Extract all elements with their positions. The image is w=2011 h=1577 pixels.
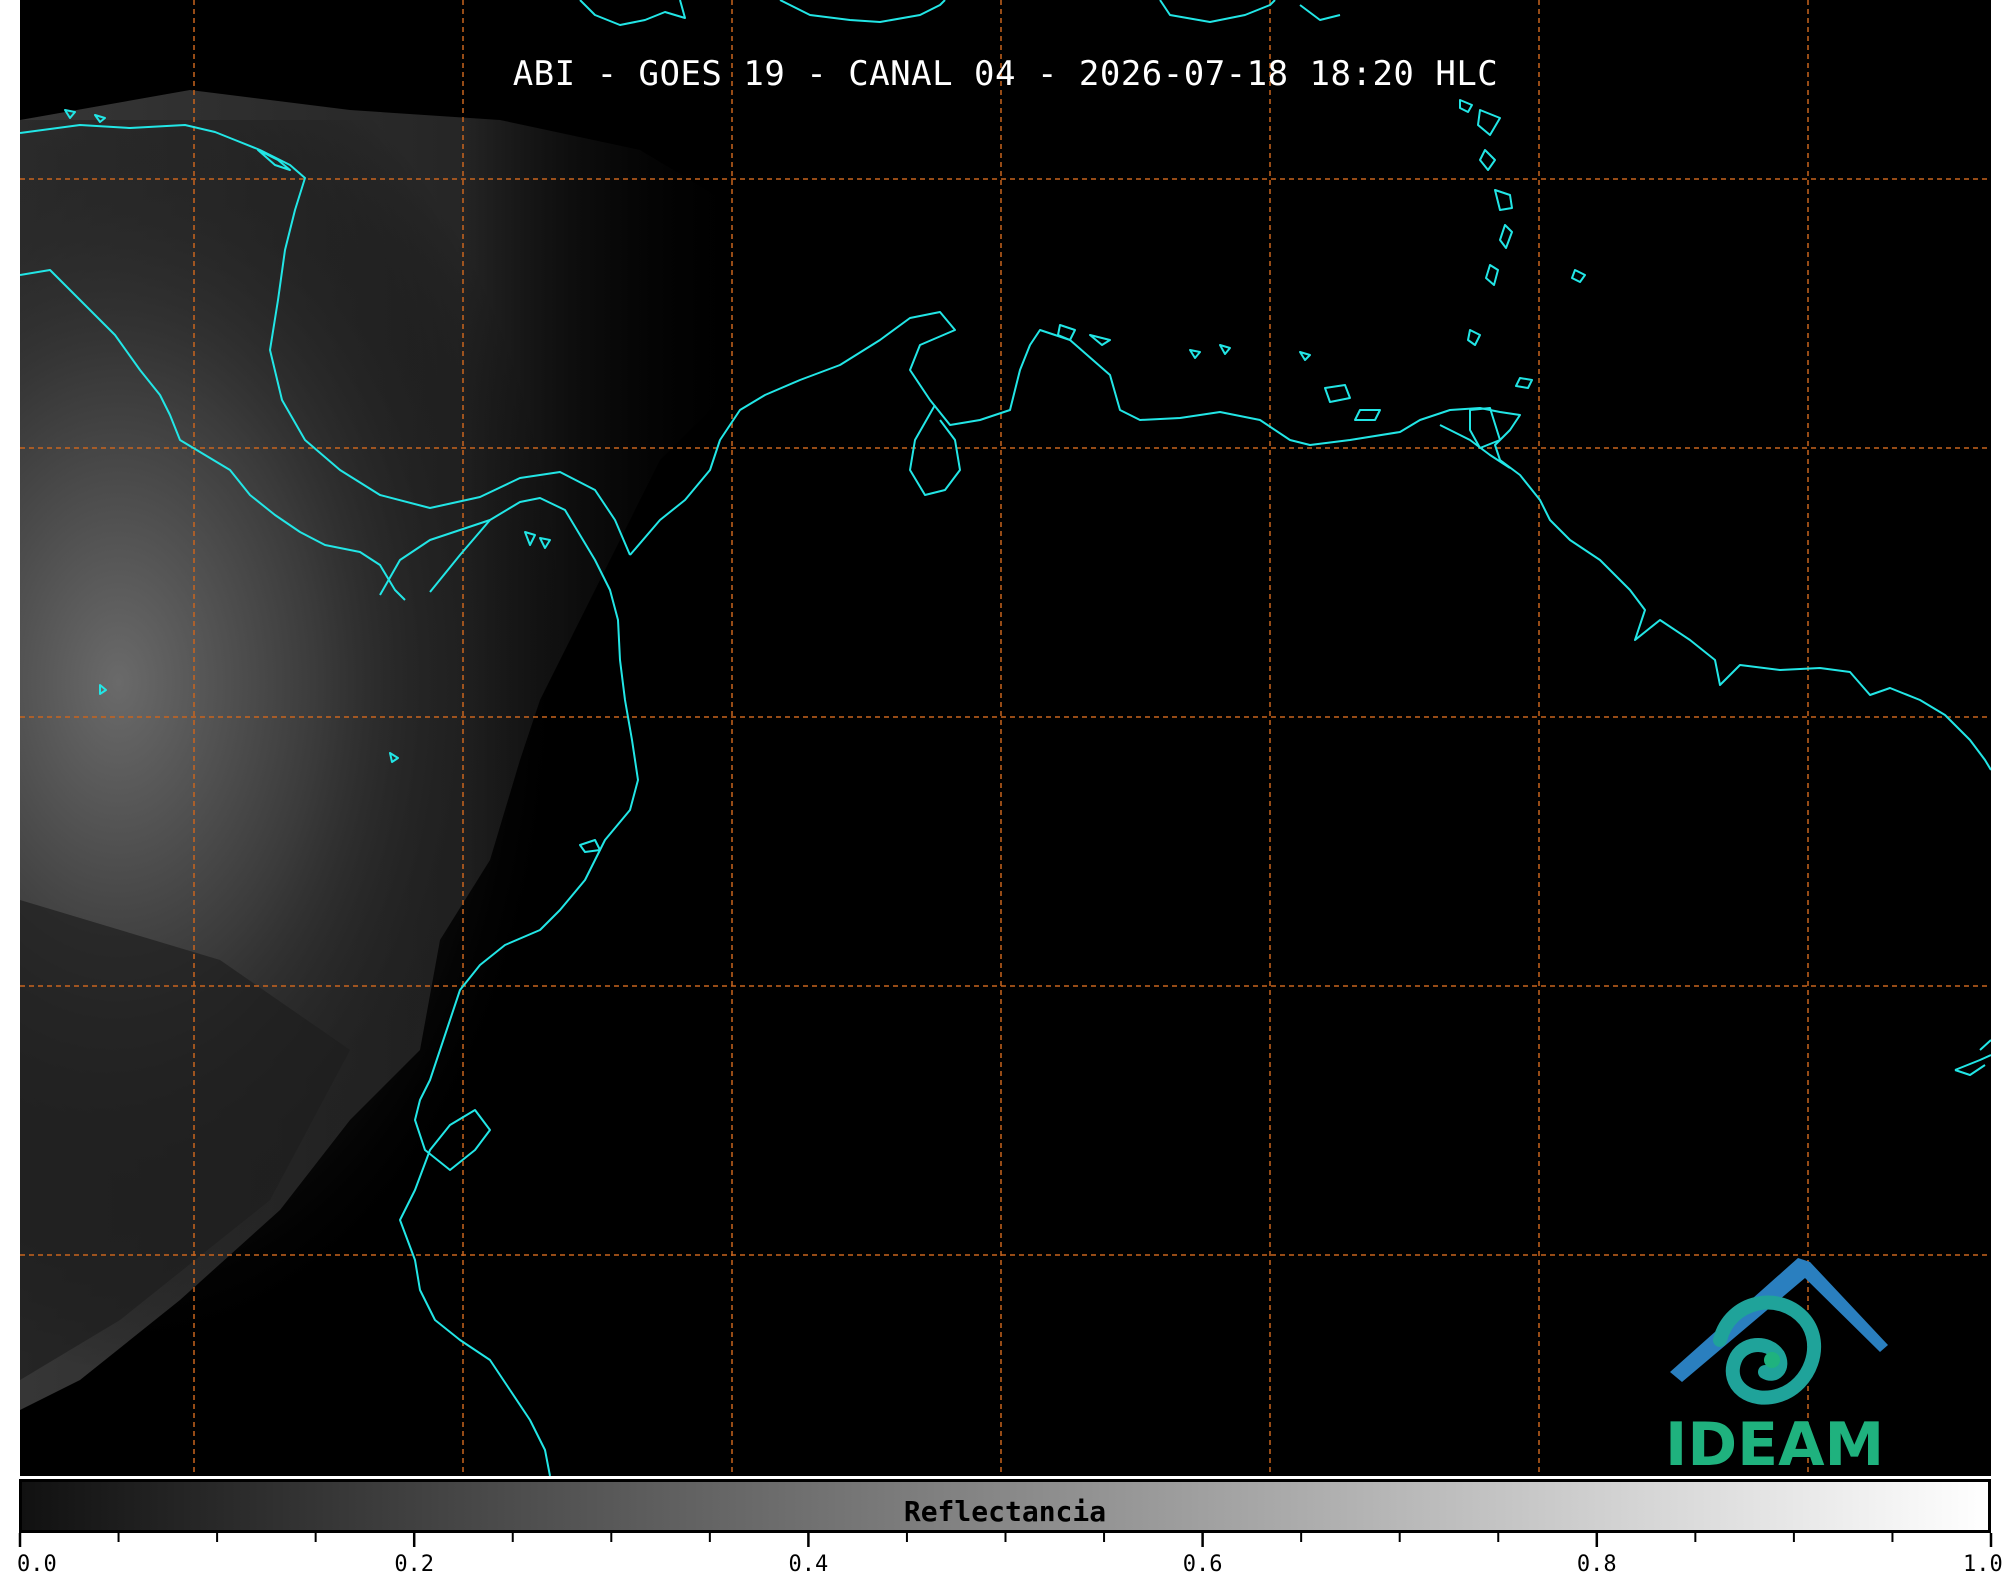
colorbar-tick-label: 0.8 [1576, 1552, 1617, 1577]
colorbar-tick-label: 0.2 [394, 1552, 435, 1577]
ideam-logo-graphic [1670, 1258, 1888, 1405]
colorbar-tick-label: 0.4 [788, 1552, 829, 1577]
colorbar-tick-label: 1.0 [1963, 1552, 2003, 1577]
colorbar: Reflectancia [19, 1479, 1991, 1533]
satellite-map: ABI - GOES 19 - CANAL 04 - 2026-07-18 18… [20, 0, 1991, 1476]
colorbar-label: Reflectancia [903, 1495, 1107, 1528]
map-canvas [20, 0, 1991, 1476]
colorbar-tick-label: 0.0 [17, 1552, 57, 1577]
map-title: ABI - GOES 19 - CANAL 04 - 2026-07-18 18… [512, 54, 1499, 94]
colorbar-ticks [18, 1533, 1993, 1547]
colorbar-tick-label: 0.6 [1182, 1552, 1223, 1577]
ideam-logo-text: IDEAM [1665, 1410, 1885, 1480]
